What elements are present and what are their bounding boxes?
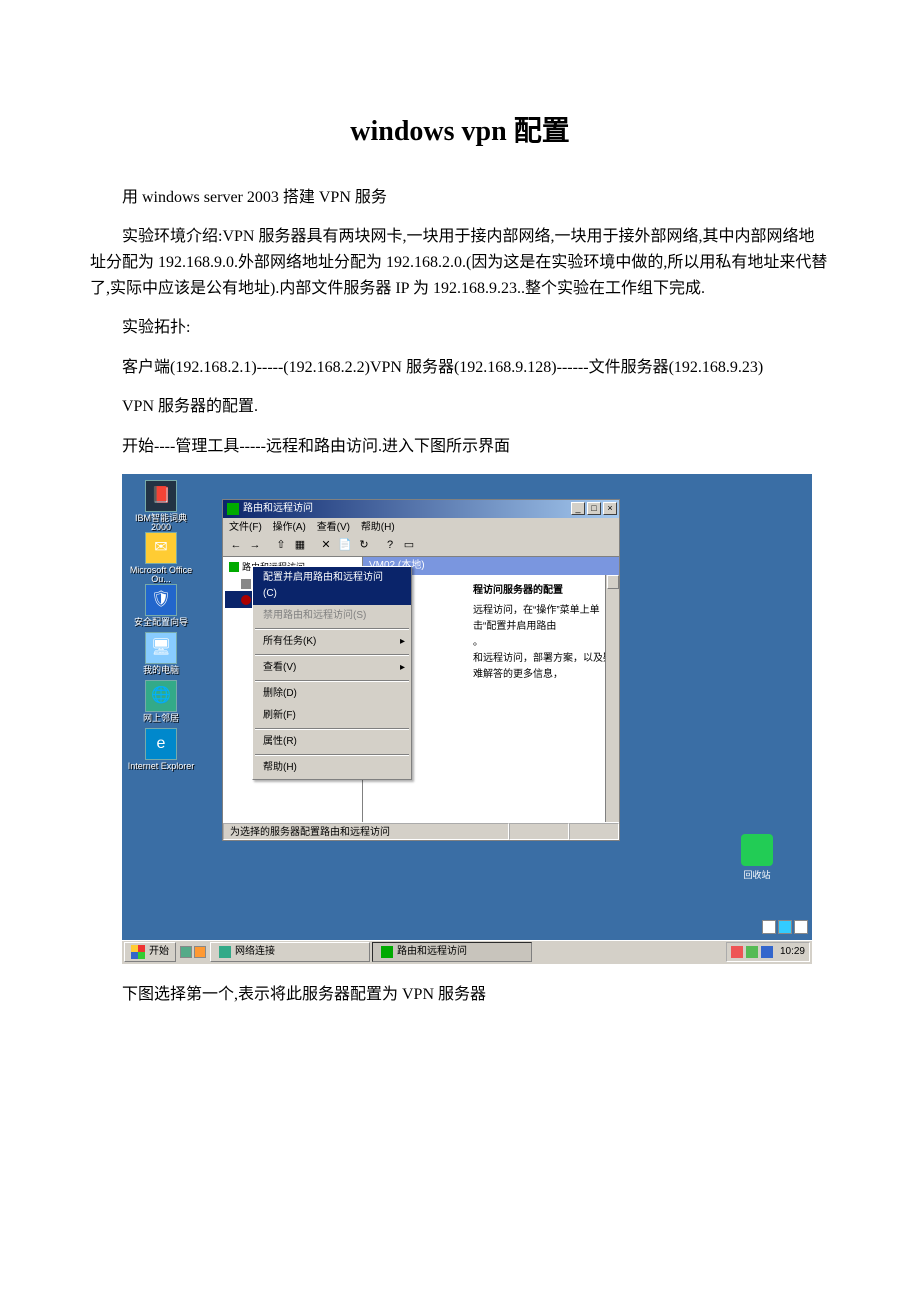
- desktop-icon-recycle-bin[interactable]: 回收站: [732, 834, 782, 882]
- task-label: 网络连接: [235, 944, 275, 960]
- show-hide-button[interactable]: ▦: [291, 536, 309, 554]
- content-line: 远程访问，在“操作”菜单上单击“配置并启用路由: [473, 603, 613, 635]
- taskbar: 开始 网络连接 路由和远程访问 10:29: [122, 940, 812, 964]
- taskbar-item-rras[interactable]: 路由和远程访问: [372, 942, 532, 962]
- help-button[interactable]: ?: [381, 536, 399, 554]
- menu-file[interactable]: 文件(F): [229, 522, 262, 533]
- outlook-icon: ✉: [145, 532, 177, 564]
- titlebar[interactable]: 路由和远程访问 _ □ ×: [223, 500, 619, 518]
- network-icon: 🌐: [145, 680, 177, 712]
- body-paragraph: 实验拓扑:: [90, 315, 830, 341]
- menu-action[interactable]: 操作(A): [273, 522, 306, 533]
- desktop-icon-security-wizard[interactable]: 🛡 安全配置向导: [126, 584, 196, 628]
- export-button[interactable]: ▭: [400, 536, 418, 554]
- body-paragraph: 开始----管理工具-----远程和路由访问.进入下图所示界面: [90, 434, 830, 460]
- desktop-icon-network[interactable]: 🌐 网上邻居: [126, 680, 196, 724]
- menu-item-help[interactable]: 帮助(H): [253, 757, 411, 779]
- clock: 10:29: [780, 944, 805, 960]
- app-icon: [227, 503, 239, 515]
- desktop-icon-my-computer[interactable]: 🖥 我的电脑: [126, 632, 196, 676]
- scroll-up-button[interactable]: [607, 575, 619, 589]
- menu-item-all-tasks[interactable]: 所有任务(K)▸: [253, 631, 411, 653]
- properties-button[interactable]: 📄: [336, 536, 354, 554]
- taskbar-item-network[interactable]: 网络连接: [210, 942, 370, 962]
- window-title: 路由和远程访问: [243, 501, 313, 517]
- menu-item-properties[interactable]: 属性(R): [253, 731, 411, 753]
- desktop-icon-ie[interactable]: e Internet Explorer: [126, 728, 196, 772]
- menubar: 文件(F) 操作(A) 查看(V) 帮助(H): [223, 518, 619, 535]
- shield-icon: 🛡: [145, 584, 177, 616]
- close-button[interactable]: ×: [603, 502, 617, 515]
- quick-launch-icon[interactable]: [180, 946, 192, 958]
- context-menu: 配置并启用路由和远程访问(C) 禁用路由和远程访问(S) 所有任务(K)▸ 查看…: [252, 566, 412, 780]
- start-label: 开始: [149, 944, 169, 960]
- status-text: 为选择的服务器配置路由和远程访问: [223, 823, 509, 840]
- content-title: 程访问服务器的配置: [473, 583, 613, 599]
- menu-item-disable: 禁用路由和远程访问(S): [253, 605, 411, 627]
- status-cell: [509, 823, 569, 840]
- recycle-icon: [741, 834, 773, 866]
- chevron-right-icon: ▸: [400, 660, 405, 676]
- maximize-button[interactable]: □: [587, 502, 601, 515]
- statusbar: 为选择的服务器配置路由和远程访问: [223, 822, 619, 840]
- page-title: windows vpn 配置: [90, 110, 830, 155]
- desktop-tray-icons: [762, 920, 808, 934]
- body-paragraph: 下图选择第一个,表示将此服务器配置为 VPN 服务器: [90, 982, 830, 1008]
- menu-item-view[interactable]: 查看(V)▸: [253, 657, 411, 679]
- minimize-button[interactable]: _: [571, 502, 585, 515]
- scrollbar-vertical[interactable]: [605, 575, 619, 822]
- menu-item-configure[interactable]: 配置并启用路由和远程访问(C): [253, 567, 411, 605]
- tray-icon[interactable]: [731, 946, 743, 958]
- menu-help[interactable]: 帮助(H): [361, 522, 395, 533]
- book-icon: 📕: [145, 480, 177, 512]
- tray-mini-icon[interactable]: [778, 920, 792, 934]
- body-paragraph: 实验环境介绍:VPN 服务器具有两块网卡,一块用于接内部网络,一块用于接外部网络…: [90, 224, 830, 301]
- desktop-icon-office[interactable]: ✉ Microsoft Office Ou...: [126, 532, 196, 586]
- screenshot-embedded: 📕 IBM智能词典 2000 ✉ Microsoft Office Ou... …: [122, 474, 830, 964]
- computer-icon: 🖥: [145, 632, 177, 664]
- nav-forward-button[interactable]: →: [246, 536, 264, 554]
- tray-mini-icon[interactable]: [794, 920, 808, 934]
- quick-launch-icon[interactable]: [194, 946, 206, 958]
- body-paragraph: 用 windows server 2003 搭建 VPN 服务: [90, 185, 830, 211]
- tray-mini-icon[interactable]: [762, 920, 776, 934]
- content-line: 和远程访问，部署方案，以及疑难解答的更多信息，: [473, 651, 613, 683]
- body-paragraph: VPN 服务器的配置.: [90, 394, 830, 420]
- ie-icon: e: [145, 728, 177, 760]
- body-paragraph: 客户端(192.168.2.1)-----(192.168.2.2)VPN 服务…: [90, 355, 830, 381]
- system-tray: 10:29: [726, 942, 810, 962]
- toolbar: ← → ⇧ ▦ ✕ 📄 ↻ ? ▭: [223, 535, 619, 557]
- refresh-button[interactable]: ↻: [355, 536, 373, 554]
- start-button[interactable]: 开始: [124, 942, 176, 962]
- tray-icon[interactable]: [746, 946, 758, 958]
- desktop: 📕 IBM智能词典 2000 ✉ Microsoft Office Ou... …: [122, 474, 812, 964]
- nav-back-button[interactable]: ←: [227, 536, 245, 554]
- network-icon: [219, 946, 231, 958]
- desktop-icon-ibm[interactable]: 📕 IBM智能词典 2000: [126, 480, 196, 534]
- content-line: 。: [473, 635, 613, 651]
- tray-icon[interactable]: [761, 946, 773, 958]
- rras-icon: [381, 946, 393, 958]
- menu-view[interactable]: 查看(V): [317, 522, 350, 533]
- status-cell: [569, 823, 619, 840]
- up-button[interactable]: ⇧: [272, 536, 290, 554]
- windows-flag-icon: [131, 945, 145, 959]
- menu-item-refresh[interactable]: 刷新(F): [253, 705, 411, 727]
- delete-button[interactable]: ✕: [317, 536, 335, 554]
- quick-launch: [178, 942, 208, 962]
- chevron-right-icon: ▸: [400, 634, 405, 650]
- menu-item-delete[interactable]: 删除(D): [253, 683, 411, 705]
- task-label: 路由和远程访问: [397, 944, 467, 960]
